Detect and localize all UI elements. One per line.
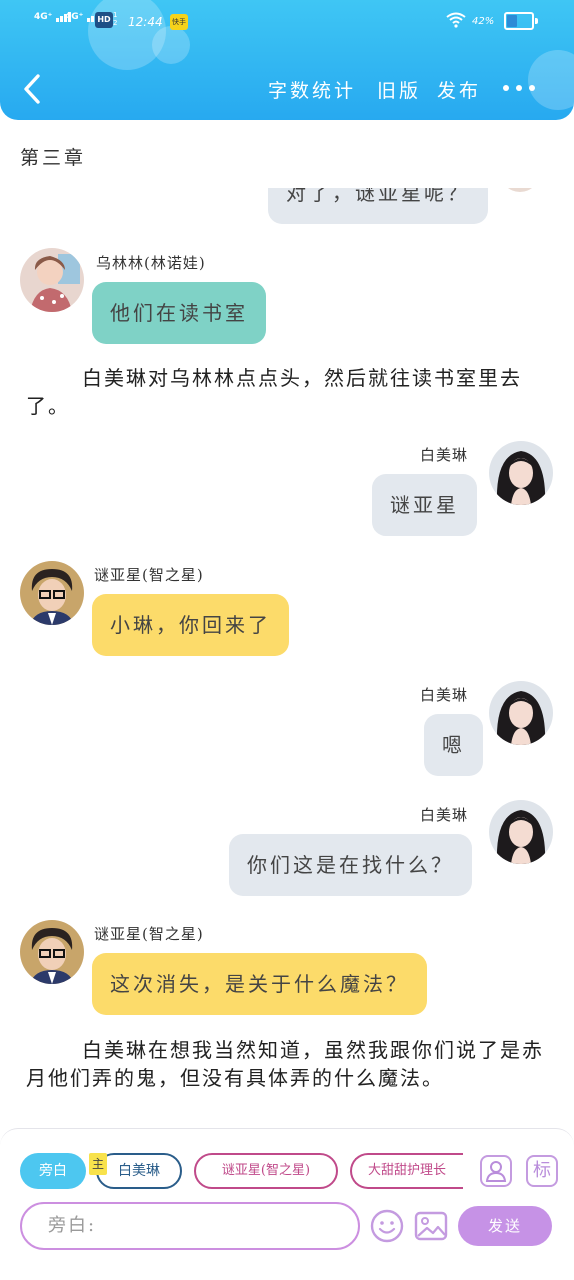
avatar-wu-linlin[interactable] bbox=[20, 248, 84, 312]
avatar-image bbox=[20, 248, 84, 312]
avatar-image bbox=[20, 920, 84, 984]
chapter-title: 第三章 bbox=[20, 147, 87, 169]
status-time: 12:44 bbox=[128, 15, 163, 29]
battery-percentage: 42% bbox=[472, 16, 495, 27]
wifi-icon bbox=[446, 12, 466, 28]
speaker-name: 白美琳 bbox=[420, 806, 469, 824]
send-button[interactable]: 发送 bbox=[458, 1206, 552, 1246]
avatar-image bbox=[489, 800, 553, 864]
publish-button[interactable]: 发布 bbox=[437, 76, 481, 103]
chat-scroll-area[interactable]: 对了，谜亚星呢？ 乌林林(林诺娃) 他们在读书室 白美琳对乌林林点点头，然后就往… bbox=[0, 188, 574, 1118]
person-icon bbox=[485, 1161, 507, 1182]
app-notification-icon: 快手 bbox=[170, 14, 188, 30]
status-bar: 4G⁺ 4G⁺ HD 12 12:44 快手 42% bbox=[0, 0, 574, 44]
speaker-name: 白美琳 bbox=[420, 446, 469, 464]
role-chip-bai-meilin[interactable]: 白美琳 bbox=[96, 1153, 182, 1189]
message-bubble[interactable]: 小琳，你回来了 bbox=[92, 594, 289, 656]
network-type-label: 4G⁺ bbox=[65, 12, 84, 22]
decor-bubble bbox=[528, 50, 574, 110]
narration-text[interactable]: 白美琳在想我当然知道，虽然我跟你们说了是赤月他们弄的鬼，但没有具体弄的什么魔法。 bbox=[26, 1036, 546, 1092]
message-bubble[interactable]: 谜亚星 bbox=[372, 474, 477, 536]
role-chip-narrator[interactable]: 旁白 bbox=[20, 1153, 86, 1189]
message-bubble[interactable]: 对了，谜亚星呢？ bbox=[268, 188, 488, 224]
old-version-button[interactable]: 旧版 bbox=[377, 76, 421, 103]
avatar-bai-meilin[interactable] bbox=[489, 800, 553, 864]
message-bubble[interactable]: 嗯 bbox=[424, 714, 483, 776]
message-bubble[interactable]: 他们在读书室 bbox=[92, 282, 266, 344]
more-options-icon[interactable] bbox=[503, 82, 537, 96]
avatar-image bbox=[489, 681, 553, 745]
role-chip-head-nurse[interactable]: 大甜甜护理长 bbox=[350, 1153, 463, 1189]
avatar-image bbox=[489, 441, 553, 505]
image-icon[interactable] bbox=[414, 1209, 448, 1243]
avatar-bai-meilin[interactable] bbox=[489, 681, 553, 745]
emoji-icon[interactable] bbox=[370, 1209, 404, 1243]
speaker-name: 乌林林(林诺娃) bbox=[96, 254, 206, 272]
top-app-bar: 4G⁺ 4G⁺ HD 12 12:44 快手 42% 字数统计 旧版 发布 bbox=[0, 0, 574, 120]
role-manage-icon[interactable] bbox=[480, 1155, 512, 1187]
main-role-tag: 主 bbox=[89, 1153, 107, 1175]
battery-icon bbox=[504, 12, 538, 30]
avatar-bai-meilin[interactable] bbox=[489, 441, 553, 505]
speaker-name: 谜亚星(智之星) bbox=[94, 925, 204, 943]
avatar-mi-yaxing[interactable] bbox=[20, 561, 84, 625]
avatar-image bbox=[20, 561, 84, 625]
hd-voice-icon: HD bbox=[95, 12, 113, 28]
avatar[interactable] bbox=[500, 188, 540, 192]
avatar-mi-yaxing[interactable] bbox=[20, 920, 84, 984]
role-chip-mi-yaxing[interactable]: 谜亚星(智之星) bbox=[194, 1153, 338, 1189]
word-count-button[interactable]: 字数统计 bbox=[268, 76, 356, 103]
message-bubble[interactable]: 你们这是在找什么？ bbox=[229, 834, 472, 896]
battery-tip bbox=[535, 18, 538, 24]
speaker-name: 白美琳 bbox=[420, 686, 469, 704]
back-arrow-icon[interactable] bbox=[18, 72, 48, 106]
sim-indicator: 12 bbox=[113, 11, 118, 27]
battery-level-fill bbox=[507, 15, 517, 27]
message-bubble[interactable]: 这次消失，是关于什么魔法？ bbox=[92, 953, 427, 1015]
network-type-label: 4G⁺ bbox=[34, 12, 53, 22]
tag-icon[interactable]: 标 bbox=[526, 1155, 558, 1187]
narration-text[interactable]: 白美琳对乌林林点点头，然后就往读书室里去了。 bbox=[26, 364, 546, 420]
speaker-name: 谜亚星(智之星) bbox=[94, 566, 204, 584]
message-input[interactable]: 旁白: bbox=[20, 1202, 360, 1250]
composer-panel: 旁白 白美琳 主 谜亚星(智之星) 大甜甜护理长 标 旁白: 发送 bbox=[0, 1128, 574, 1280]
